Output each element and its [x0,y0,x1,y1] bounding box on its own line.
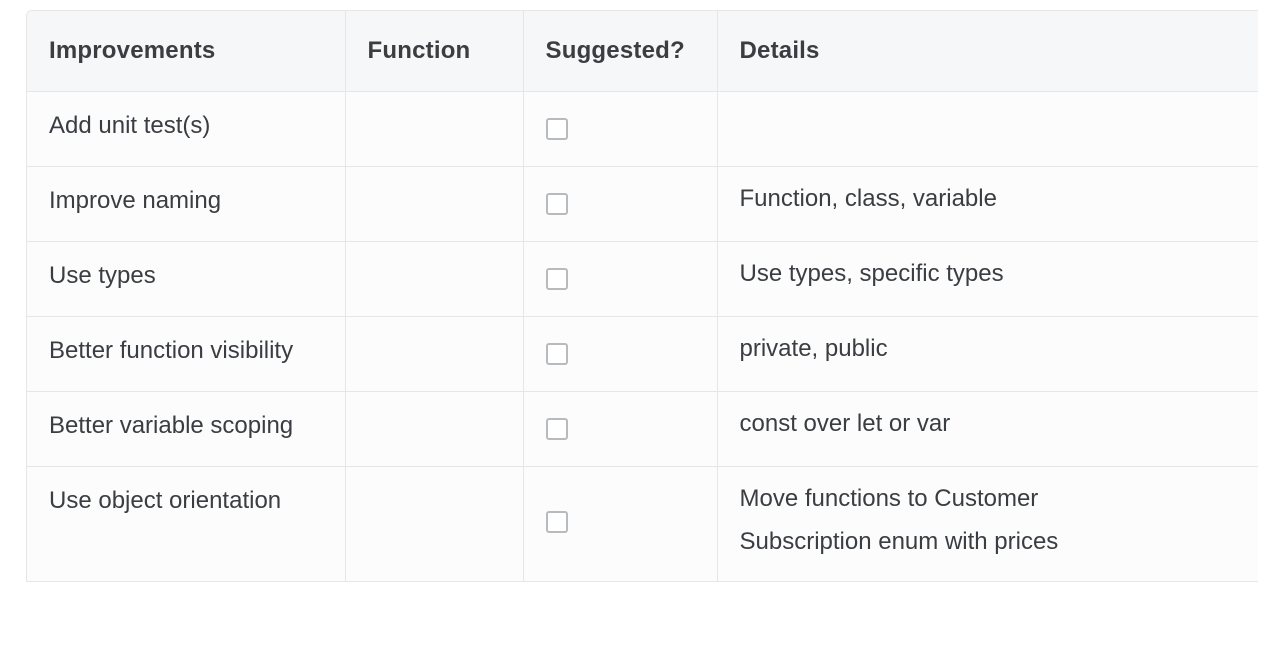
details-text: Use types, specific types [739,259,1004,287]
function-cell[interactable] [345,241,524,317]
function-cell[interactable] [345,391,524,467]
suggested-checkbox[interactable] [545,192,568,215]
details-text: private, public [739,334,888,362]
improvement-cell[interactable]: Better variable scoping [27,391,346,467]
table-row: Improve naming Function, class, variable [27,166,1258,242]
suggested-cell [523,391,718,467]
table-header-row: Improvements Function Suggested? Details [27,11,1258,92]
suggested-cell [523,166,718,242]
details-text: Function, class, variable [739,184,997,212]
table-row: Better variable scoping const over let o… [27,391,1258,467]
suggested-cell [523,241,718,317]
improvement-cell[interactable]: Use types [27,241,346,317]
details-cell[interactable]: Function, class, variable [717,166,1258,242]
details-text: Subscription enum with prices [739,527,1059,555]
details-text: const over let or var [739,409,951,437]
details-cell[interactable]: private, public [717,316,1258,392]
table-row: Add unit test(s) [27,91,1258,167]
header-details[interactable]: Details [717,11,1258,92]
suggested-checkbox[interactable] [545,342,568,365]
improvement-cell[interactable]: Add unit test(s) [27,91,346,167]
suggested-checkbox[interactable] [545,267,568,290]
function-cell[interactable] [345,91,524,167]
function-cell[interactable] [345,316,524,392]
table-row: Use object orientation Move functions to… [27,466,1258,581]
improvement-cell[interactable]: Better function visibility [27,316,346,392]
details-cell[interactable]: Move functions to Customer Subscription … [717,466,1258,581]
suggested-checkbox[interactable] [545,117,568,140]
details-cell[interactable]: const over let or var [717,391,1258,467]
table-row: Use types Use types, specific types [27,241,1258,317]
improvement-cell[interactable]: Use object orientation [27,466,346,581]
header-improvements[interactable]: Improvements [27,11,346,92]
header-function[interactable]: Function [345,11,524,92]
details-text: Move functions to Customer [739,484,1039,512]
suggested-cell [523,316,718,392]
function-cell[interactable] [345,166,524,242]
table-row: Better function visibility private, publ… [27,316,1258,392]
function-cell[interactable] [345,466,524,581]
details-cell[interactable] [717,91,1258,167]
details-cell[interactable]: Use types, specific types [717,241,1258,317]
improvements-table-container: Improvements Function Suggested? Details… [26,10,1258,582]
suggested-cell [523,466,718,581]
improvement-cell[interactable]: Improve naming [27,166,346,242]
header-suggested[interactable]: Suggested? [523,11,718,92]
suggested-checkbox[interactable] [545,510,568,533]
suggested-checkbox[interactable] [545,417,568,440]
improvements-table: Improvements Function Suggested? Details… [27,11,1258,581]
suggested-cell [523,91,718,167]
